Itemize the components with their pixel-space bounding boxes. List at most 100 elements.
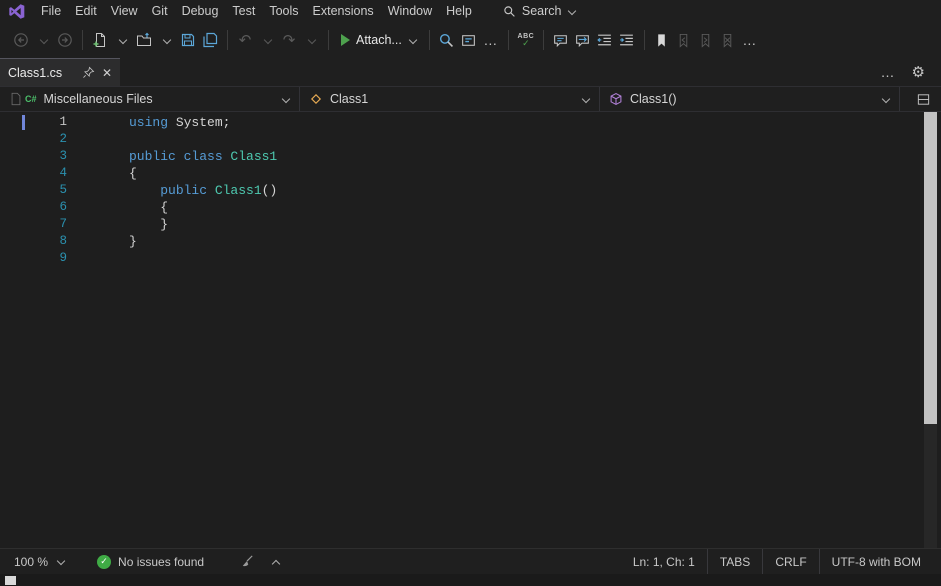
line-number[interactable]: 1 — [0, 114, 67, 131]
code-line-5[interactable]: 5 public Class1() — [0, 182, 941, 199]
code-line-2[interactable]: 2 — [0, 131, 941, 148]
code-editor[interactable]: 1using System;23public class Class14{5 p… — [0, 112, 941, 548]
editor-settings-gear-icon[interactable]: ⚙ — [912, 65, 925, 80]
menu-item-window[interactable]: Window — [381, 2, 439, 20]
next-bookmark-button[interactable] — [695, 28, 717, 52]
project-dropdown-chevron[interactable] — [281, 95, 290, 104]
search-chevron-icon — [567, 7, 576, 16]
line-number[interactable]: 6 — [0, 199, 67, 216]
menu-item-test[interactable]: Test — [225, 2, 262, 20]
code-line-6[interactable]: 6 { — [0, 199, 941, 216]
type-dropdown[interactable]: Class1 — [300, 87, 600, 111]
navigate-back-button[interactable] — [10, 28, 32, 52]
member-dropdown-chevron[interactable] — [881, 95, 890, 104]
toolbar-separator — [543, 30, 544, 50]
menu-item-git[interactable]: Git — [145, 2, 175, 20]
member-name: Class1() — [630, 92, 677, 106]
menu-item-view[interactable]: View — [104, 2, 145, 20]
scrollbar-thumb[interactable] — [924, 112, 937, 424]
search-control[interactable]: Search — [503, 4, 577, 18]
document-tab-bar: Class1.cs ✕ … ⚙ — [0, 58, 941, 86]
line-number[interactable]: 9 — [0, 250, 67, 267]
code-cleanup-broom-icon[interactable] — [240, 554, 255, 569]
cursor-position[interactable]: Ln: 1, Ch: 1 — [621, 549, 707, 574]
code-line-7[interactable]: 7 } — [0, 216, 941, 233]
zoom-control[interactable]: 100 % — [8, 555, 71, 569]
encoding-mode[interactable]: UTF-8 with BOM — [819, 549, 933, 574]
toolbar-separator — [508, 30, 509, 50]
navigate-back-dropdown[interactable] — [32, 28, 54, 52]
toolbar: ↶ ↷ Attach... … ABC ✓ — [0, 22, 941, 58]
code-line-3[interactable]: 3public class Class1 — [0, 148, 941, 165]
comment-selection-button[interactable] — [550, 28, 572, 52]
attach-debugger-button[interactable]: Attach... — [335, 28, 423, 52]
close-tab-icon[interactable]: ✕ — [102, 66, 112, 80]
menu-item-edit[interactable]: Edit — [68, 2, 104, 20]
tab-class1-cs[interactable]: Class1.cs ✕ — [0, 58, 120, 86]
issues-indicator[interactable]: ✓ No issues found — [97, 555, 204, 569]
indent-mode[interactable]: TABS — [707, 549, 762, 574]
code-line-9[interactable]: 9 — [0, 250, 941, 267]
code-line-8[interactable]: 8} — [0, 233, 941, 250]
line-number[interactable]: 8 — [0, 233, 67, 250]
vertical-scrollbar[interactable] — [924, 112, 937, 548]
window-bottom-strip — [0, 574, 941, 586]
project-dropdown[interactable]: C# Miscellaneous Files — [0, 87, 300, 111]
line-number[interactable]: 4 — [0, 165, 67, 182]
toolbar-separator — [429, 30, 430, 50]
issues-message: No issues found — [118, 555, 204, 569]
toolbar-separator — [227, 30, 228, 50]
clear-bookmarks-button[interactable] — [717, 28, 739, 52]
toolbar-separator — [82, 30, 83, 50]
status-bar: 100 % ✓ No issues found Ln: 1, Ch: 1 TAB… — [0, 548, 941, 574]
search-label: Search — [522, 4, 562, 18]
undo-dropdown[interactable] — [256, 28, 278, 52]
expand-panel-chevron[interactable] — [271, 557, 280, 566]
open-file-dropdown[interactable] — [155, 28, 177, 52]
attach-dropdown-chevron[interactable] — [408, 36, 417, 45]
code-text: { — [129, 165, 137, 182]
menu-item-extensions[interactable]: Extensions — [306, 2, 381, 20]
uncomment-selection-button[interactable] — [572, 28, 594, 52]
line-number[interactable]: 3 — [0, 148, 67, 165]
find-in-files-button[interactable] — [436, 28, 458, 52]
new-file-dropdown[interactable] — [111, 28, 133, 52]
toggle-bookmark-button[interactable] — [651, 28, 673, 52]
line-number[interactable]: 7 — [0, 216, 67, 233]
increase-indent-button[interactable] — [616, 28, 638, 52]
zoom-level: 100 % — [14, 555, 48, 569]
line-number[interactable]: 5 — [0, 182, 67, 199]
zoom-dropdown-chevron[interactable] — [56, 557, 65, 566]
new-file-button[interactable] — [89, 28, 111, 52]
line-number[interactable]: 2 — [0, 131, 67, 148]
menu-item-file[interactable]: File — [34, 2, 68, 20]
menu-item-debug[interactable]: Debug — [175, 2, 226, 20]
code-line-4[interactable]: 4{ — [0, 165, 941, 182]
menu-item-tools[interactable]: Tools — [262, 2, 305, 20]
change-indicator — [22, 115, 25, 130]
previous-bookmark-button[interactable] — [673, 28, 695, 52]
footer-icon-fragment — [5, 576, 16, 585]
tab-list-overflow-button[interactable]: … — [881, 64, 896, 80]
split-window-button[interactable] — [911, 87, 935, 111]
pin-icon[interactable] — [82, 66, 95, 79]
toolbar-overflow-button[interactable]: … — [480, 28, 502, 52]
csharp-file-icon: C# — [9, 92, 37, 106]
open-file-button[interactable] — [133, 28, 155, 52]
redo-button[interactable]: ↷ — [278, 28, 300, 52]
navigate-forward-button[interactable] — [54, 28, 76, 52]
save-button[interactable] — [177, 28, 199, 52]
undo-button[interactable]: ↶ — [234, 28, 256, 52]
redo-dropdown[interactable] — [300, 28, 322, 52]
menu-item-help[interactable]: Help — [439, 2, 479, 20]
type-dropdown-chevron[interactable] — [581, 95, 590, 104]
code-line-1[interactable]: 1using System; — [0, 114, 941, 131]
decrease-indent-button[interactable] — [594, 28, 616, 52]
member-dropdown[interactable]: Class1() — [600, 87, 900, 111]
bookmarks-overflow-button[interactable]: … — [739, 28, 761, 52]
code-lines: 1using System;23public class Class14{5 p… — [0, 114, 941, 267]
line-ending-mode[interactable]: CRLF — [762, 549, 818, 574]
save-all-button[interactable] — [199, 28, 221, 52]
navigate-to-button[interactable] — [458, 28, 480, 52]
spell-check-button[interactable]: ABC ✓ — [515, 28, 537, 52]
